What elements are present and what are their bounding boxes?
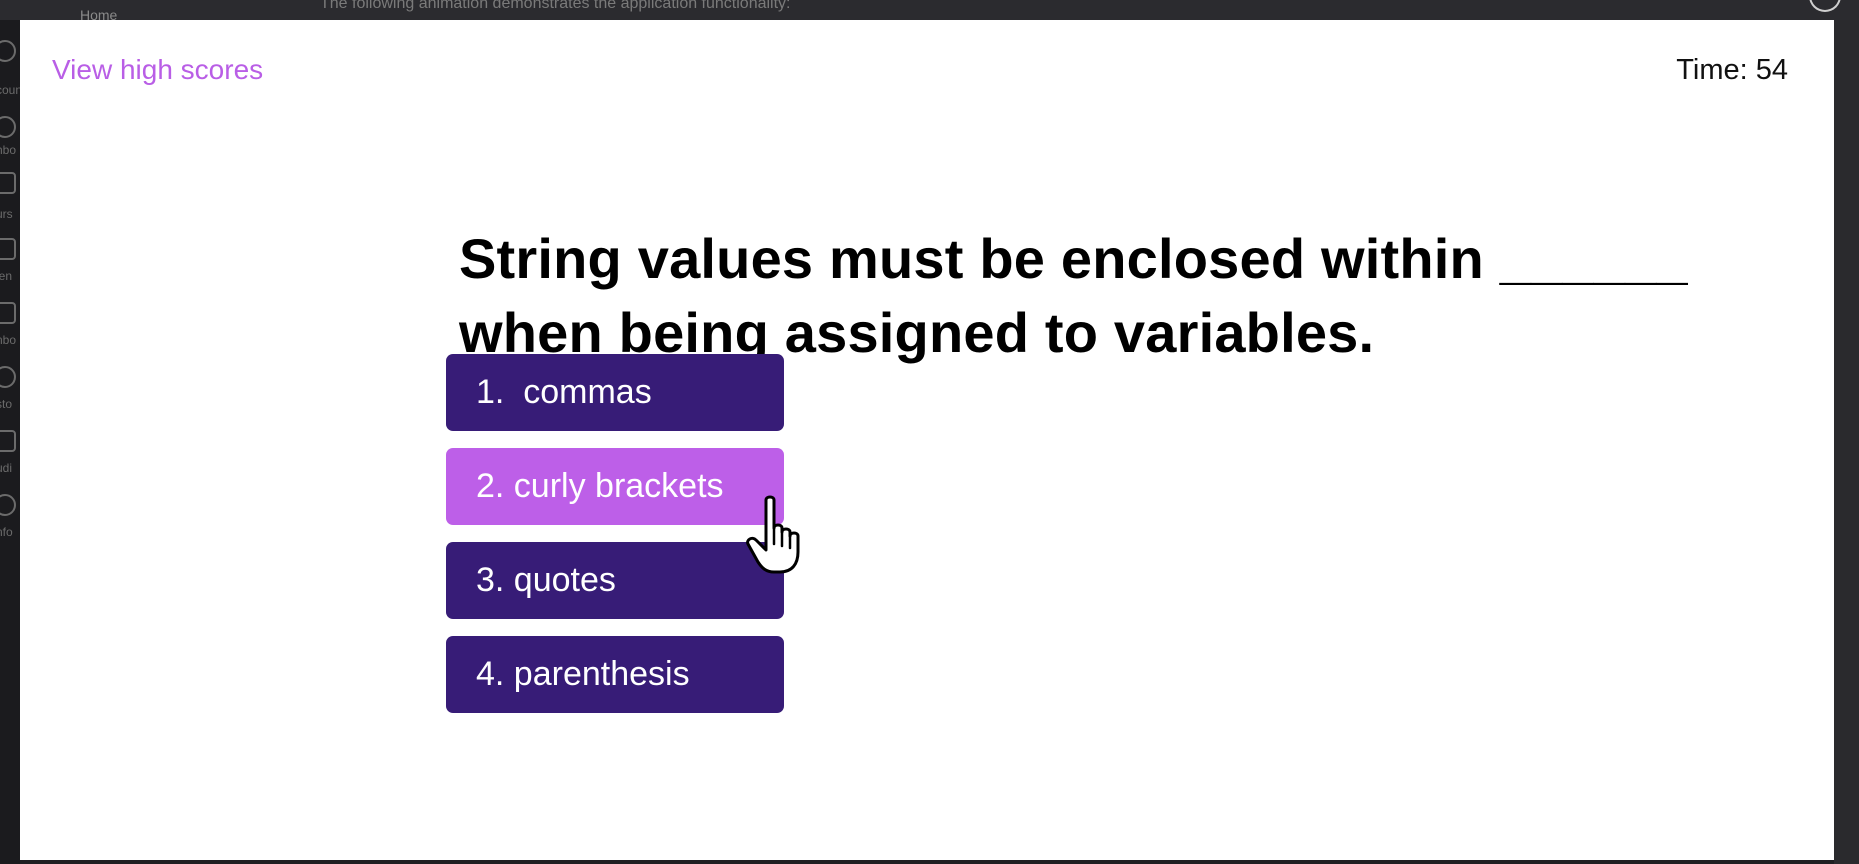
sidebar-label: nfo xyxy=(0,525,13,539)
answer-list: 1. commas 2. curly brackets 3. quotes 4.… xyxy=(446,354,784,730)
sidebar-label: urs xyxy=(0,207,13,221)
inbox-icon xyxy=(0,302,16,324)
dashboard-icon xyxy=(0,116,16,138)
answer-button-3[interactable]: 3. quotes xyxy=(446,542,784,619)
answer-button-2[interactable]: 2. curly brackets xyxy=(446,448,784,525)
sidebar-label: nbo xyxy=(0,333,17,347)
background-sidebar: count hbo urs len nbo sto udi nfo xyxy=(0,20,25,864)
sidebar-label: len xyxy=(0,269,13,283)
close-icon[interactable] xyxy=(1809,0,1841,12)
courses-icon xyxy=(0,172,16,194)
view-high-scores-link[interactable]: View high scores xyxy=(52,52,263,88)
background-topbar: Home The following animation demonstrate… xyxy=(0,0,1859,22)
answer-button-1[interactable]: 1. commas xyxy=(446,354,784,431)
background-caption: The following animation demonstrates the… xyxy=(320,0,791,12)
sidebar-label: udi xyxy=(0,461,13,475)
studio-icon xyxy=(0,430,16,452)
info-icon xyxy=(0,494,16,516)
calendar-icon xyxy=(0,238,16,260)
history-icon xyxy=(0,366,16,388)
timer: Time: 54 xyxy=(1676,54,1788,86)
quiz-modal: View high scores Time: 54 String values … xyxy=(20,20,1834,860)
sidebar-label: sto xyxy=(0,397,13,411)
background-right-strip xyxy=(1834,20,1859,864)
sidebar-label: hbo xyxy=(0,143,17,157)
pointer-hand-cursor-icon xyxy=(746,495,800,574)
avatar xyxy=(0,40,16,62)
question-text: String values must be enclosed within __… xyxy=(459,227,1688,364)
answer-button-4[interactable]: 4. parenthesis xyxy=(446,636,784,713)
